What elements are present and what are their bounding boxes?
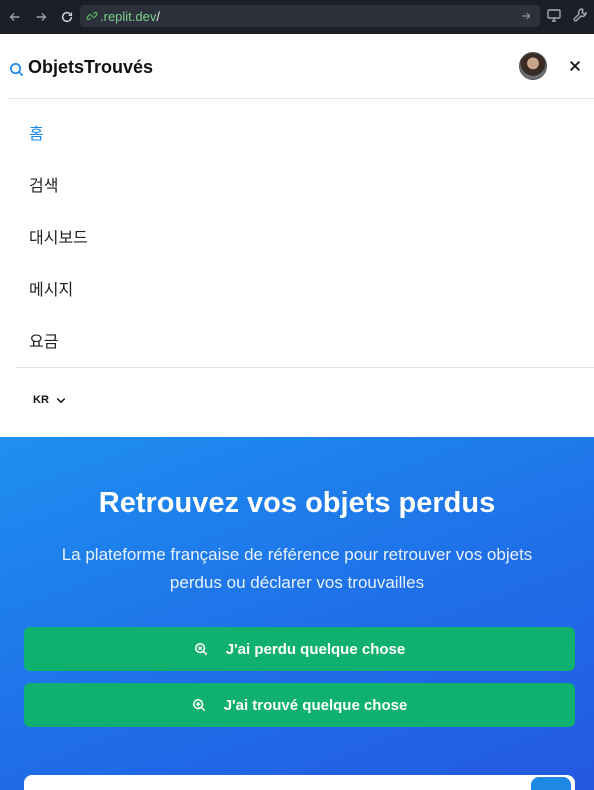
menu-item-search[interactable]: 검색 bbox=[29, 172, 58, 196]
search-plus-icon bbox=[192, 698, 205, 712]
browser-toolbar: .replit.dev / bbox=[0, 0, 594, 34]
search-x-icon bbox=[194, 642, 208, 656]
search-input[interactable] bbox=[24, 775, 575, 790]
lost-item-button[interactable]: J'ai perdu quelque chose bbox=[24, 627, 575, 671]
hero-title: Retrouvez vos objets perdus bbox=[98, 487, 496, 519]
forward-arrow-icon[interactable] bbox=[30, 6, 52, 28]
chevron-down-icon bbox=[56, 397, 66, 404]
hero-section: Retrouvez vos objets perdus La plateform… bbox=[0, 437, 594, 790]
language-label: KR bbox=[33, 394, 49, 406]
search-button[interactable] bbox=[531, 777, 571, 790]
brand-name[interactable]: ObjetsTrouvés bbox=[28, 57, 153, 78]
avatar[interactable] bbox=[519, 52, 547, 80]
header-divider bbox=[8, 98, 594, 99]
lost-item-label: J'ai perdu quelque chose bbox=[225, 640, 406, 658]
url-path: / bbox=[156, 8, 160, 24]
url-host: .replit.dev bbox=[100, 8, 157, 24]
close-icon[interactable] bbox=[565, 56, 585, 76]
reload-icon[interactable] bbox=[56, 6, 78, 28]
hero-subtitle: La plateforme française de référence pou… bbox=[61, 545, 533, 592]
found-item-label: J'ai trouvé quelque chose bbox=[223, 696, 408, 714]
menu-item-dashboard[interactable]: 대시보드 bbox=[29, 224, 88, 248]
site-header: ObjetsTrouvés bbox=[0, 34, 594, 98]
wrench-icon[interactable] bbox=[572, 7, 588, 23]
monitor-icon[interactable] bbox=[546, 7, 562, 23]
menu-item-home[interactable]: 홈 bbox=[29, 120, 44, 144]
back-arrow-icon[interactable] bbox=[4, 6, 26, 28]
language-selector[interactable]: KR bbox=[33, 394, 67, 406]
menu-item-messages[interactable]: 메시지 bbox=[29, 276, 73, 300]
menu-divider bbox=[16, 367, 594, 368]
search-icon bbox=[10, 63, 24, 77]
menu-item-pricing[interactable]: 요금 bbox=[29, 328, 58, 352]
link-icon bbox=[86, 11, 98, 21]
found-item-button[interactable]: J'ai trouvé quelque chose bbox=[24, 683, 575, 727]
go-arrow-icon[interactable] bbox=[520, 10, 532, 22]
address-bar[interactable]: .replit.dev / bbox=[80, 5, 540, 27]
